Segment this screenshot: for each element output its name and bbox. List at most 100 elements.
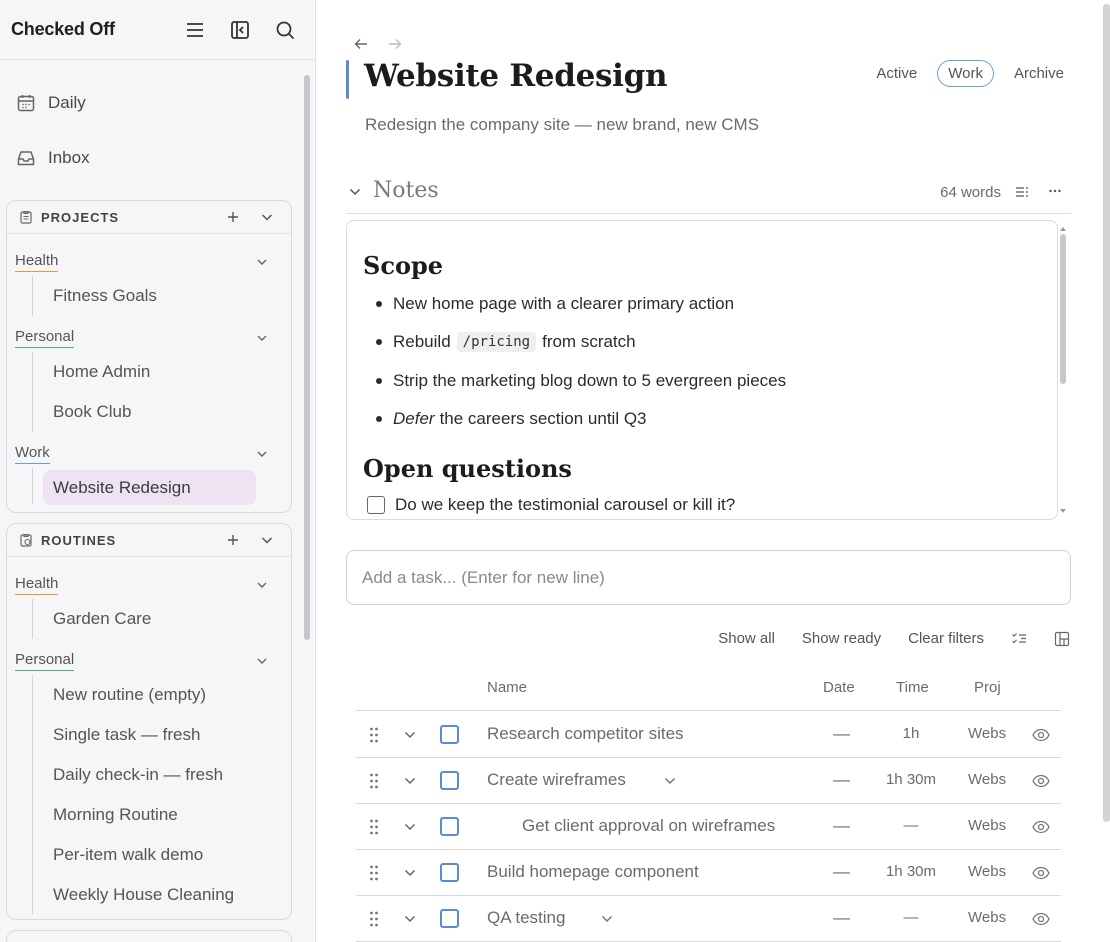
chevron-down-icon[interactable]	[255, 578, 269, 592]
task-name[interactable]: Build homepage component	[487, 862, 699, 882]
sidebar-item-daily-check-in[interactable]: Daily check-in — fresh	[53, 763, 223, 787]
chevron-down-icon[interactable]	[403, 774, 417, 788]
checkbox[interactable]	[367, 496, 385, 514]
task-project[interactable]: Webs	[968, 771, 1006, 788]
sidebar-item-website-redesign[interactable]: Website Redesign	[43, 470, 256, 505]
add-routine-icon[interactable]	[225, 532, 241, 548]
page-title[interactable]: Website Redesign	[364, 58, 668, 94]
drag-handle-icon[interactable]	[368, 910, 380, 928]
table-row[interactable]: QA testing — — Webs	[356, 896, 1061, 942]
main-scrollbar[interactable]	[1103, 4, 1110, 822]
task-name[interactable]: Get client approval on wireframes	[522, 816, 775, 836]
chevron-down-icon[interactable]	[255, 447, 269, 461]
chevron-down-icon[interactable]	[259, 532, 275, 548]
routines-header[interactable]: ROUTINES	[7, 524, 291, 557]
collapse-sidebar-icon[interactable]	[228, 18, 252, 42]
forward-arrow-icon[interactable]	[387, 36, 403, 52]
eye-icon[interactable]	[1032, 773, 1050, 789]
column-time[interactable]: Time	[896, 679, 929, 696]
add-task-input[interactable]	[346, 550, 1071, 605]
notes-editor[interactable]: Scope New home page with a clearer prima…	[346, 220, 1058, 520]
column-layout-icon[interactable]	[1054, 631, 1070, 647]
chevron-down-icon[interactable]	[255, 331, 269, 345]
routine-group-health[interactable]: Health	[15, 573, 271, 599]
drag-handle-icon[interactable]	[368, 818, 380, 836]
task-name[interactable]: Create wireframes	[487, 770, 626, 790]
chevron-down-icon[interactable]	[348, 185, 362, 199]
task-date[interactable]: —	[833, 908, 850, 928]
task-date[interactable]: —	[833, 770, 850, 790]
chevron-down-icon[interactable]	[403, 912, 417, 926]
task-project[interactable]: Webs	[968, 725, 1006, 742]
sidebar-item-home-admin[interactable]: Home Admin	[53, 360, 150, 384]
column-name[interactable]: Name	[487, 679, 527, 696]
outline-icon[interactable]	[1015, 185, 1029, 199]
drag-handle-icon[interactable]	[368, 864, 380, 882]
sidebar-item-per-item-walk[interactable]: Per-item walk demo	[53, 843, 203, 867]
column-date[interactable]: Date	[823, 679, 855, 696]
subtasks-chevron-icon[interactable]	[600, 912, 614, 926]
projects-header[interactable]: PROJECTS	[7, 201, 291, 234]
chevron-down-icon[interactable]	[255, 654, 269, 668]
sidebar-item-morning-routine[interactable]: Morning Routine	[53, 803, 178, 827]
search-icon[interactable]	[273, 18, 297, 42]
nav-daily[interactable]: Daily	[16, 89, 86, 117]
nav-inbox[interactable]: Inbox	[16, 144, 90, 172]
sidebar-item-single-task[interactable]: Single task — fresh	[53, 723, 200, 747]
add-project-icon[interactable]	[225, 209, 241, 225]
task-project[interactable]: Webs	[968, 817, 1006, 834]
project-group-personal[interactable]: Personal	[15, 326, 271, 352]
task-date[interactable]: —	[833, 862, 850, 882]
sidebar-item-weekly-house-cleaning[interactable]: Weekly House Cleaning	[53, 883, 234, 907]
task-project[interactable]: Webs	[968, 863, 1006, 880]
eye-icon[interactable]	[1032, 911, 1050, 927]
task-time[interactable]: 1h 30m	[871, 863, 951, 880]
drag-handle-icon[interactable]	[368, 726, 380, 744]
show-ready-button[interactable]: Show ready	[802, 630, 881, 647]
task-name[interactable]: Research competitor sites	[487, 724, 684, 744]
status-tab-work[interactable]: Work	[937, 60, 994, 87]
status-tab-active[interactable]: Active	[870, 61, 923, 86]
editor-scrollbar-thumb[interactable]	[1060, 234, 1066, 384]
show-all-button[interactable]: Show all	[718, 630, 775, 647]
table-row[interactable]: Build homepage component — 1h 30m Webs	[356, 850, 1061, 896]
chevron-down-icon[interactable]	[403, 728, 417, 742]
sidebar-item-fitness-goals[interactable]: Fitness Goals	[53, 284, 157, 308]
task-checkbox[interactable]	[440, 725, 459, 744]
sidebar-scrollbar[interactable]	[304, 75, 310, 640]
task-checkbox[interactable]	[440, 817, 459, 836]
back-arrow-icon[interactable]	[353, 36, 369, 52]
checklist-view-icon[interactable]	[1011, 631, 1027, 647]
subtasks-chevron-icon[interactable]	[663, 774, 677, 788]
eye-icon[interactable]	[1032, 865, 1050, 881]
page-subtitle[interactable]: Redesign the company site — new brand, n…	[365, 115, 759, 135]
task-time[interactable]: 1h	[871, 725, 951, 742]
checklist-item[interactable]: Do we keep the testimonial carousel or k…	[367, 495, 735, 515]
menu-icon[interactable]	[183, 18, 207, 42]
sidebar-item-new-routine[interactable]: New routine (empty)	[53, 683, 206, 707]
drag-handle-icon[interactable]	[368, 772, 380, 790]
chevron-down-icon[interactable]	[403, 820, 417, 834]
task-checkbox[interactable]	[440, 771, 459, 790]
sidebar-item-book-club[interactable]: Book Club	[53, 400, 131, 424]
task-time[interactable]: —	[871, 909, 951, 926]
routine-group-personal[interactable]: Personal	[15, 649, 271, 675]
table-row[interactable]: Get client approval on wireframes — — We…	[356, 804, 1061, 850]
more-icon[interactable]	[1047, 183, 1063, 199]
project-group-work[interactable]: Work	[15, 442, 271, 468]
sidebar-item-garden-care[interactable]: Garden Care	[53, 607, 151, 631]
column-proj[interactable]: Proj	[974, 679, 1001, 696]
chevron-down-icon[interactable]	[403, 866, 417, 880]
table-row[interactable]: Research competitor sites — 1h Webs	[356, 712, 1061, 758]
eye-icon[interactable]	[1032, 819, 1050, 835]
task-date[interactable]: —	[833, 816, 850, 836]
eye-icon[interactable]	[1032, 727, 1050, 743]
chevron-down-icon[interactable]	[259, 209, 275, 225]
status-tab-archive[interactable]: Archive	[1008, 61, 1070, 86]
task-time[interactable]: —	[871, 817, 951, 834]
table-row[interactable]: Create wireframes — 1h 30m Webs	[356, 758, 1061, 804]
project-group-health[interactable]: Health	[15, 250, 271, 276]
task-project[interactable]: Webs	[968, 909, 1006, 926]
task-name[interactable]: QA testing	[487, 908, 565, 928]
task-time[interactable]: 1h 30m	[871, 771, 951, 788]
